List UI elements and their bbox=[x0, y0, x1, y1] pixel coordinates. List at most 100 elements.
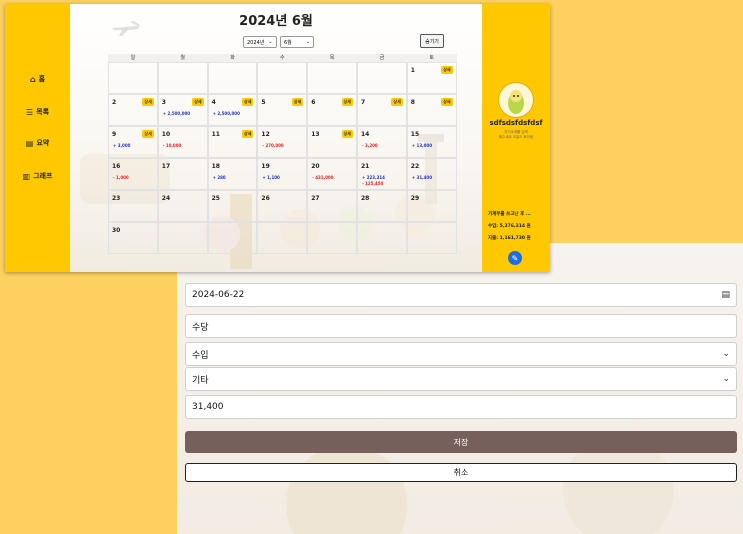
calendar-day-cell[interactable]: 4 상세 + 2,500,000 bbox=[207, 94, 258, 126]
calendar-day-cell[interactable]: 13 상세 bbox=[307, 126, 357, 158]
calendar-day-cell[interactable]: 28 bbox=[357, 190, 407, 222]
calendar-day-cell[interactable] bbox=[357, 62, 407, 94]
sidebar-item-list[interactable]: ☰ 목록 bbox=[5, 107, 70, 117]
calendar-day-cell[interactable]: 16 - 1,000 bbox=[108, 158, 158, 190]
detail-chip[interactable]: 상세 bbox=[441, 66, 453, 74]
calendar-day-cell[interactable]: 22 + 31,400 bbox=[406, 158, 457, 190]
calendar-day-cell[interactable] bbox=[207, 62, 258, 94]
calendar-day-cell[interactable]: 12 - 270,000 bbox=[257, 126, 308, 158]
detail-chip[interactable]: 상세 bbox=[291, 98, 304, 106]
calendar-day-cell[interactable] bbox=[307, 62, 357, 94]
income-amount: + 2,500,000 bbox=[212, 111, 240, 116]
edit-profile-button[interactable]: ✎ bbox=[508, 251, 522, 265]
calendar-day-cell[interactable]: 25 bbox=[207, 190, 258, 222]
calendar-day-cell[interactable] bbox=[406, 222, 457, 254]
expense-amount: - 10,000 bbox=[162, 143, 182, 148]
cancel-button[interactable]: 취소 bbox=[185, 463, 737, 482]
day-number: 1 bbox=[410, 67, 415, 74]
type-select[interactable]: 수입 ⌄ bbox=[185, 342, 737, 366]
calendar-day-cell[interactable]: 27 bbox=[307, 190, 357, 222]
detail-chip[interactable]: 상세 bbox=[192, 98, 204, 106]
day-number: 14 bbox=[361, 131, 370, 138]
hide-button[interactable]: 숨기기 bbox=[420, 34, 444, 48]
detail-chip[interactable]: 상세 bbox=[441, 98, 453, 106]
calendar-day-cell[interactable]: 20 - 431,000 bbox=[307, 158, 357, 190]
calendar-day-cell[interactable]: 1 상세 bbox=[406, 62, 457, 94]
chart-icon: ▥ bbox=[22, 171, 31, 181]
calendar-day-cell[interactable]: 11 상세 bbox=[207, 126, 258, 158]
detail-chip[interactable]: 상세 bbox=[242, 130, 254, 138]
calendar-day-cell[interactable] bbox=[257, 62, 308, 94]
detail-chip[interactable]: 상세 bbox=[391, 98, 403, 106]
sidebar-item-label: 홈 bbox=[38, 75, 46, 83]
weekday-header: 금 bbox=[357, 54, 407, 62]
day-number: 10 bbox=[161, 131, 171, 138]
day-number: 30 bbox=[112, 227, 121, 234]
calendar-day-cell[interactable]: 7 상세 bbox=[357, 94, 407, 126]
day-number: 19 bbox=[261, 163, 270, 170]
expense-total: 지출: 1,161,730 원 bbox=[488, 236, 531, 241]
month-select[interactable]: 6월 ⌄ bbox=[280, 36, 314, 48]
sidebar-item-home[interactable]: ⌂ 홈 bbox=[5, 74, 70, 84]
detail-chip[interactable]: 상세 bbox=[142, 130, 154, 138]
calendar-icon[interactable]: ▤ bbox=[721, 290, 730, 300]
budget-summary: 가계부를 쓰고난 후 ... bbox=[488, 212, 531, 217]
day-number: 2 bbox=[112, 99, 117, 106]
calendar-day-cell[interactable]: 14 - 3,200 bbox=[357, 126, 407, 158]
calendar-day-cell[interactable] bbox=[357, 222, 407, 254]
weekday-header: 월 bbox=[157, 54, 208, 62]
profile-panel: sdfsdsfdsfdsf 자기소개를 입력 해주세요 오늘도 화이팅 가계부를… bbox=[482, 4, 550, 272]
day-number: 13 bbox=[311, 131, 320, 138]
detail-chip[interactable]: 상세 bbox=[341, 130, 353, 138]
avatar[interactable] bbox=[498, 82, 534, 118]
sidebar-item-summary[interactable]: ▤ 요약 bbox=[5, 138, 70, 148]
calendar-day-cell[interactable] bbox=[157, 62, 208, 94]
calendar-day-cell[interactable]: 2 상세 bbox=[108, 94, 158, 126]
sidebar-item-graph[interactable]: ▥ 그래프 bbox=[5, 171, 70, 181]
expense-amount: - 431,000 bbox=[312, 175, 334, 180]
calendar-day-cell[interactable]: 5 상세 bbox=[257, 94, 308, 126]
calendar-day-cell[interactable]: 23 bbox=[108, 190, 158, 222]
expense-amount: - 270,000 bbox=[262, 143, 284, 148]
calendar-day-cell[interactable]: 3 상세 + 2,500,000 bbox=[157, 94, 208, 126]
calendar-day-cell[interactable]: 19 + 1,100 bbox=[257, 158, 308, 190]
sidebar-item-label: 그래프 bbox=[33, 172, 53, 180]
weekday-header: 목 bbox=[307, 54, 357, 62]
calendar-day-cell[interactable] bbox=[207, 222, 258, 254]
calendar-day-cell[interactable] bbox=[108, 62, 158, 94]
day-number: 23 bbox=[112, 195, 121, 202]
day-number: 18 bbox=[211, 163, 220, 170]
detail-chip[interactable]: 상세 bbox=[341, 98, 353, 106]
day-number: 24 bbox=[161, 195, 171, 202]
clipboard-icon: ▤ bbox=[25, 138, 34, 148]
calendar-day-cell[interactable]: 8 상세 bbox=[406, 94, 457, 126]
calendar-day-cell[interactable]: 30 bbox=[108, 222, 158, 254]
date-field[interactable]: 2024-06-22 ▤ bbox=[185, 283, 737, 307]
detail-chip[interactable]: 상세 bbox=[142, 98, 154, 106]
calendar-day-cell[interactable]: 24 bbox=[157, 190, 208, 222]
calendar-day-cell[interactable]: 29 bbox=[406, 190, 457, 222]
save-button[interactable]: 저장 bbox=[185, 431, 737, 453]
home-icon: ⌂ bbox=[29, 74, 36, 84]
memo-field[interactable]: 수당 bbox=[185, 314, 737, 338]
calendar-day-cell[interactable] bbox=[307, 222, 357, 254]
calendar-day-cell[interactable]: 6 상세 bbox=[307, 94, 357, 126]
calendar-day-cell[interactable] bbox=[157, 222, 208, 254]
chevron-down-icon: ⌄ bbox=[305, 39, 310, 45]
day-number: 4 bbox=[211, 99, 216, 106]
year-select[interactable]: 2024년 ⌄ bbox=[243, 36, 277, 48]
calendar-day-cell[interactable]: 10 - 10,000 bbox=[157, 126, 208, 158]
weekday-header: 화 bbox=[207, 54, 258, 62]
detail-chip[interactable]: 상세 bbox=[242, 98, 254, 106]
amount-field[interactable]: 31,400 bbox=[185, 395, 737, 419]
calendar-day-cell[interactable] bbox=[257, 222, 308, 254]
calendar-day-cell[interactable]: 17 bbox=[157, 158, 208, 190]
calendar-day-cell[interactable]: 26 bbox=[257, 190, 308, 222]
category-select[interactable]: 기타 ⌄ bbox=[185, 367, 737, 391]
calendar-day-cell[interactable]: 18 + 280 bbox=[207, 158, 258, 190]
date-value: 2024-06-22 bbox=[192, 290, 245, 300]
day-number: 5 bbox=[261, 99, 266, 106]
calendar-day-cell[interactable]: 9 상세 + 3,000 bbox=[108, 126, 158, 158]
calendar-day-cell[interactable]: 21 + 223,314- 125,450 bbox=[357, 158, 407, 190]
calendar-day-cell[interactable]: 15 + 13,000 bbox=[406, 126, 457, 158]
